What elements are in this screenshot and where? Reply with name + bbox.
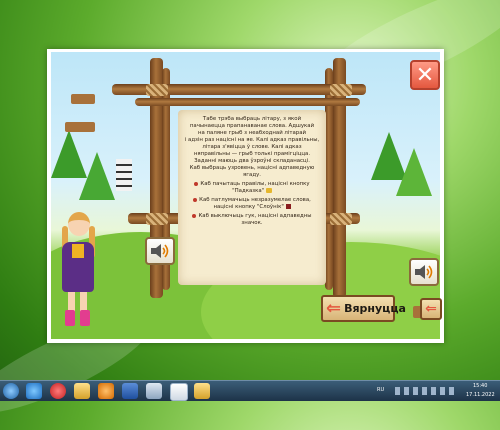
back-button[interactable]: ⇐ Вярнуцца (321, 295, 406, 322)
rope-knot (330, 84, 352, 96)
dictionary-book-icon (285, 204, 291, 209)
close-button[interactable]: ✕ (410, 60, 440, 90)
hint-button-icon (265, 188, 272, 193)
frame-beam-top-inner (135, 98, 360, 106)
speaker-icon (151, 244, 169, 258)
start-button[interactable] (3, 383, 19, 399)
girl-character (58, 212, 98, 330)
arrow-left-icon: ⇐ (326, 297, 342, 319)
taskbar-app-media[interactable] (98, 383, 114, 399)
instruction-line: няправільны — грыб толькі прамігціцца. (193, 151, 311, 157)
rope-knot (146, 213, 168, 225)
sound-toggle-button-right[interactable] (409, 258, 439, 286)
girl-boot (65, 310, 75, 326)
girl-boot (80, 310, 90, 326)
taskbar-app-opera[interactable] (50, 383, 66, 399)
instruction-line: Каб выбраць узровень, націсні адпаведную… (189, 165, 315, 178)
close-icon: ✕ (415, 62, 435, 88)
taskbar-app-window[interactable] (146, 383, 162, 399)
arrow-left-icon: ⇐ (425, 301, 437, 317)
tray-time[interactable]: 15:40 (473, 383, 487, 389)
back-arrow-small-button[interactable]: ⇐ (420, 298, 442, 320)
tray-date[interactable]: 17.11.2022 (466, 392, 495, 398)
instruction-bullet-dictionary: Каб патлумачыць незразумелае слова, наці… (184, 197, 320, 211)
tree (396, 148, 432, 196)
tray-icons[interactable] (395, 387, 455, 395)
sound-toggle-button[interactable] (145, 237, 175, 265)
instruction-line: Табе трэба выбраць літару, з якой (202, 116, 302, 122)
back-button-label: Вярнуцца (344, 302, 406, 315)
taskbar-app-game[interactable] (170, 383, 188, 401)
signpost (71, 94, 95, 104)
taskbar: RU 15:40 17.11.2022 (0, 380, 500, 401)
instruction-line: літара з'явіцца ў слове. Калі адказ (202, 144, 302, 150)
instruction-line: на паляне грыб з неабходнай літарай (197, 130, 307, 136)
signpost (65, 122, 95, 132)
birch-stump (116, 159, 132, 191)
taskbar-app-folder[interactable] (194, 383, 210, 399)
girl-scarf (72, 244, 84, 258)
taskbar-app-ie[interactable] (26, 383, 42, 399)
instruction-line: Заданні маюць два ўзроўні складанасці. (194, 158, 310, 164)
tray-language[interactable]: RU (377, 387, 384, 393)
rope-knot (146, 84, 168, 96)
taskbar-app-explorer[interactable] (74, 383, 90, 399)
bullet-text: Каб пачытаць правілы, націсні кнопку "Па… (200, 181, 310, 194)
taskbar-app-word[interactable] (122, 383, 138, 399)
bullet-icon (194, 181, 199, 186)
instruction-line: і адзін раз націсні на яе. Калі адказ пр… (184, 137, 320, 143)
instruction-line: пачынаецца прапанаванае слова. Адшукай (189, 123, 315, 129)
tree (79, 152, 115, 200)
instruction-bullet-sound: Каб выключыць гук, націсні адпаведны зна… (184, 213, 320, 227)
girl-head (68, 212, 90, 236)
bullet-text: Каб патлумачыць незразумелае слова, наці… (199, 197, 311, 210)
bullet-icon (192, 213, 197, 218)
instruction-bullet-hint: Каб пачытаць правілы, націсні кнопку "Па… (184, 181, 320, 195)
instructions-panel: Табе трэба выбраць літару, з якой пачына… (178, 110, 326, 285)
bullet-icon (193, 197, 198, 202)
speaker-icon (415, 265, 433, 279)
bullet-text: Каб выключыць гук, націсні адпаведны зна… (198, 213, 312, 226)
rope-knot (330, 213, 352, 225)
